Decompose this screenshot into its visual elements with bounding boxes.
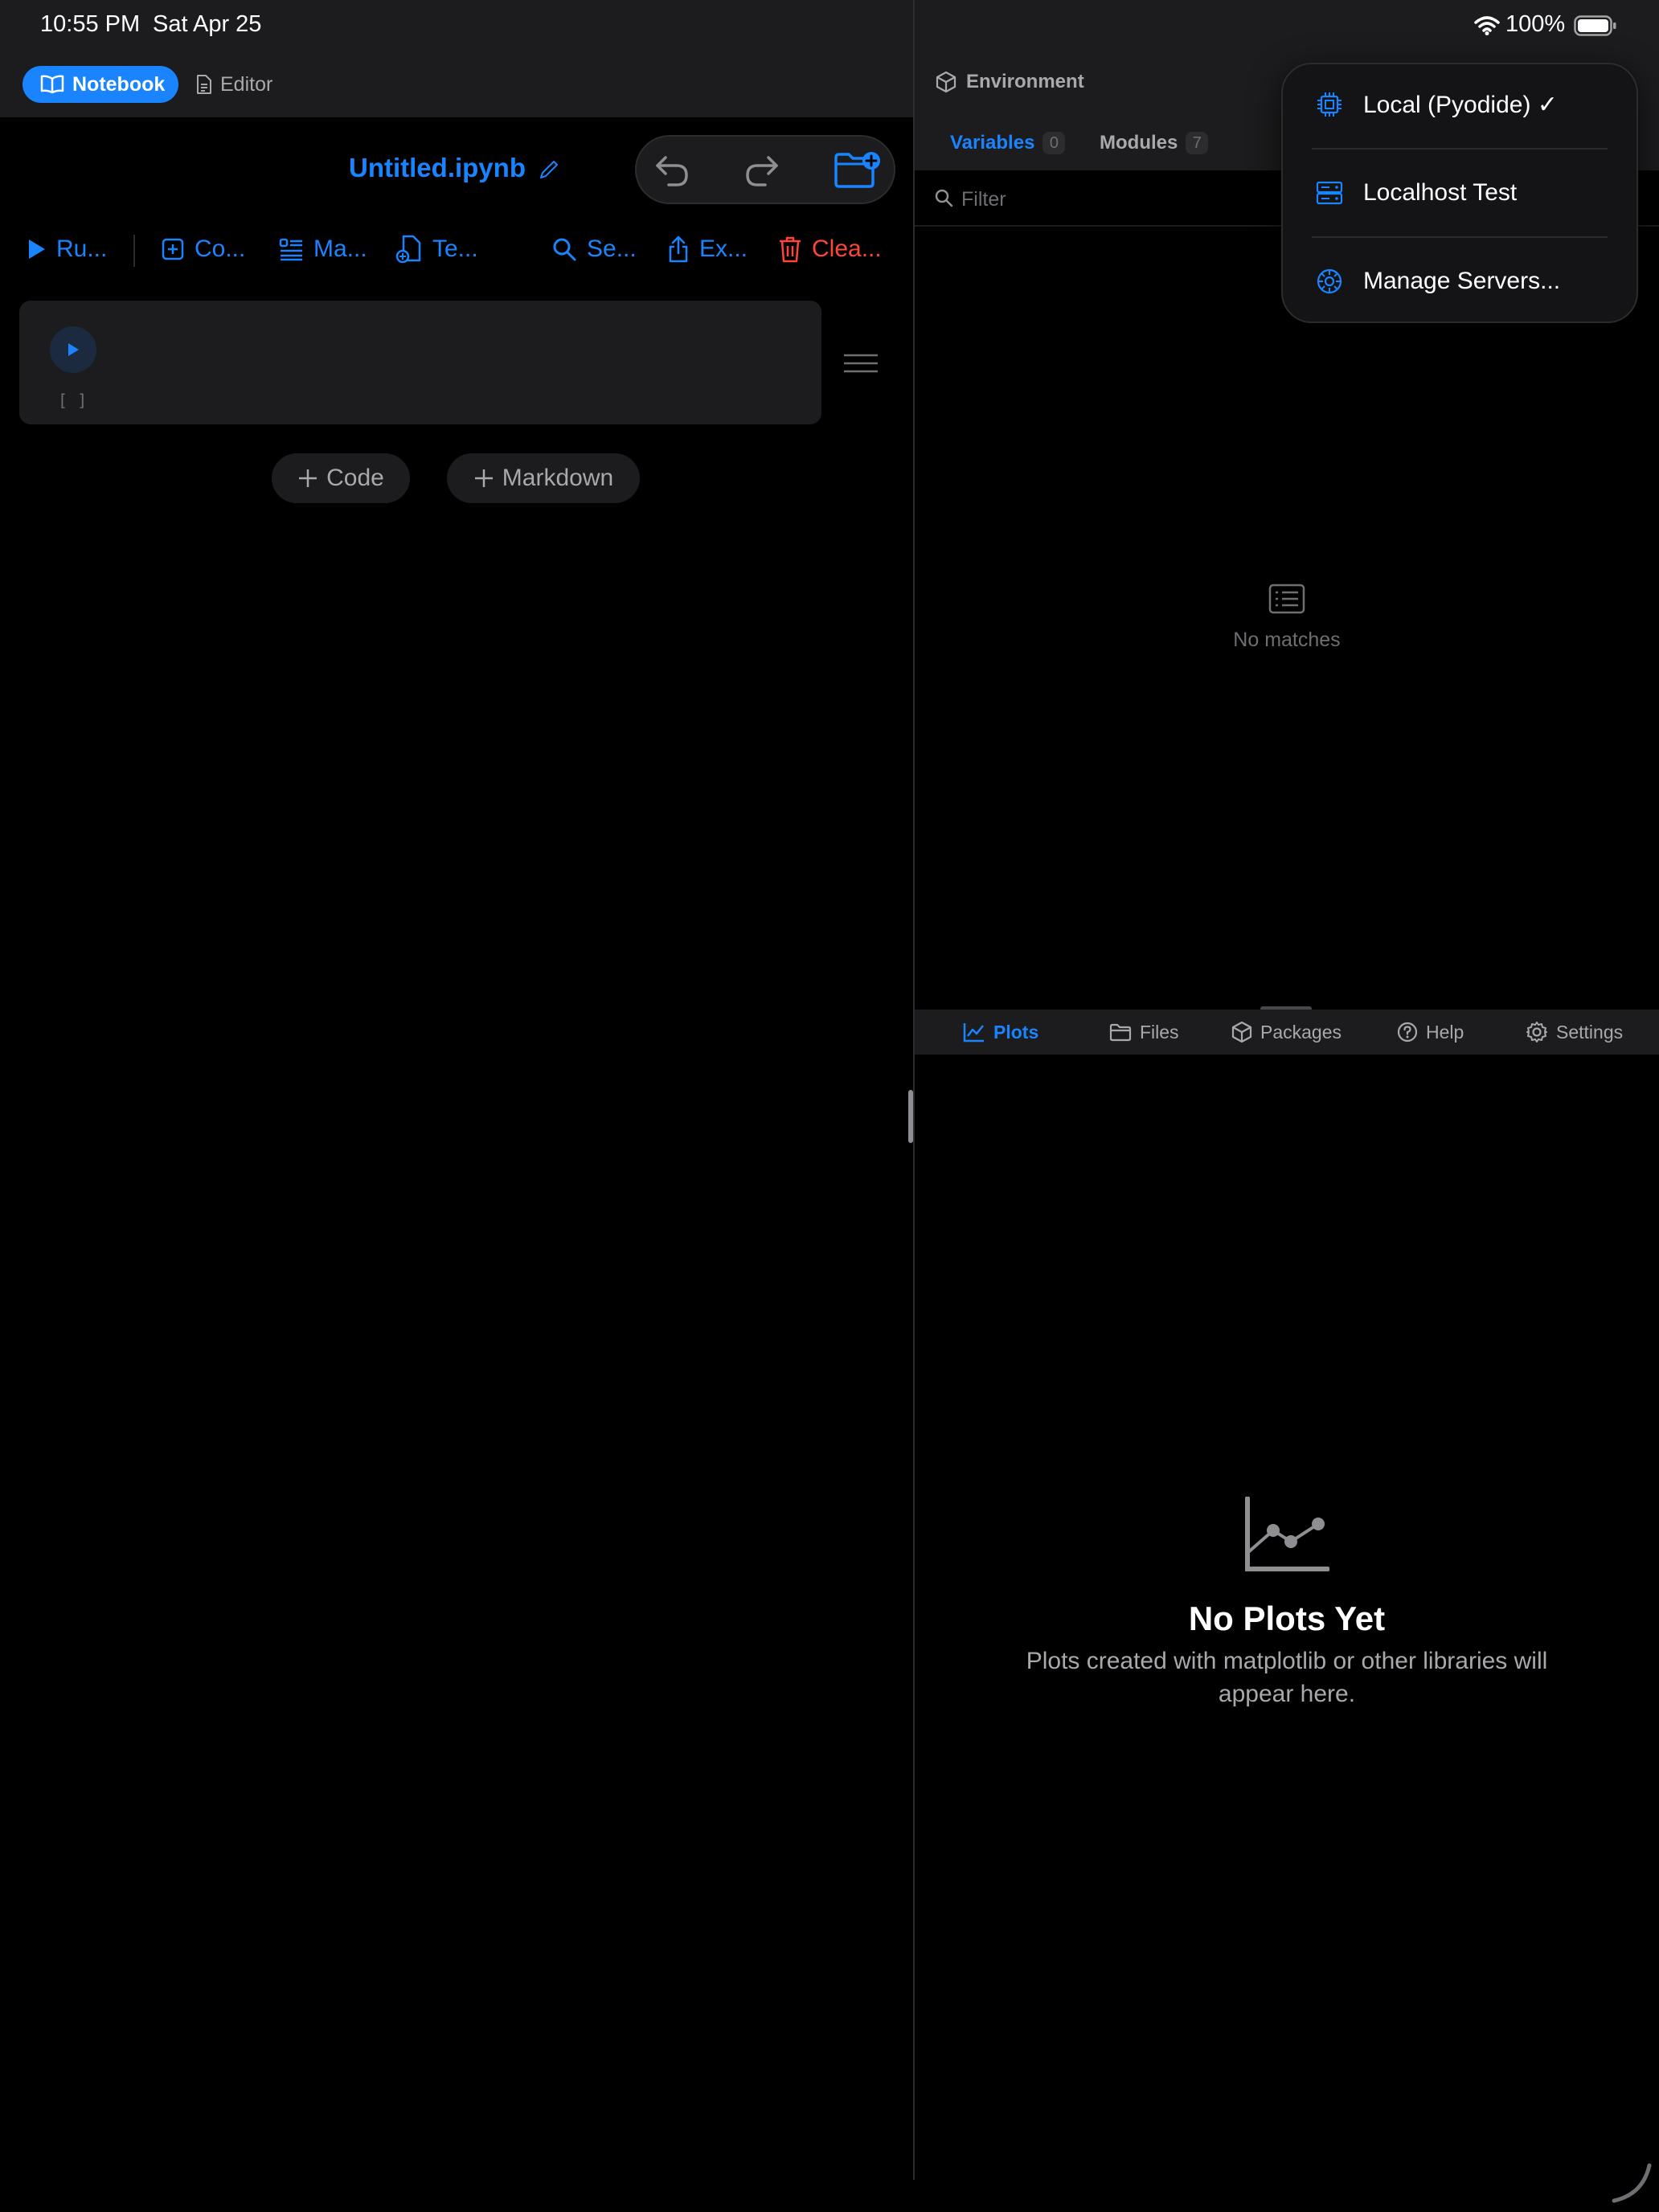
tab-help[interactable]: Help (1397, 1019, 1464, 1045)
gear-icon (1526, 1021, 1548, 1043)
add-markdown-button[interactable]: Markdown (447, 453, 640, 503)
battery-percent: 100% (1505, 11, 1566, 37)
editor-mode-label: Editor (220, 72, 273, 96)
search-label: Se... (587, 236, 637, 262)
add-markdown-cell-button[interactable]: Ma... (278, 233, 367, 265)
environment-title: Environment (966, 71, 1084, 92)
list-icon (1268, 584, 1305, 614)
play-icon (26, 238, 47, 260)
tab-modules[interactable]: Modules 7 (1100, 132, 1209, 154)
line-chart-icon (1244, 1497, 1329, 1572)
plots-empty-subtitle: Plots created with matplotlib or other l… (1026, 1648, 1548, 1707)
tab-settings-label: Settings (1556, 1021, 1624, 1043)
search-icon (551, 236, 577, 262)
add-markdown-label: Markdown (502, 465, 614, 491)
wifi-icon (1474, 16, 1500, 35)
plus-square-icon (161, 237, 185, 261)
code-cell[interactable] (19, 301, 821, 424)
add-markdown-cell-label: Ma... (313, 236, 367, 262)
tab-settings[interactable]: Settings (1526, 1019, 1623, 1045)
notebook-mode-button[interactable]: Notebook (23, 66, 178, 103)
empty-state-text: No matches (1233, 629, 1341, 651)
templates-label: Te... (432, 236, 478, 262)
menu-item-local-label: Local (Pyodide) ✓ (1363, 91, 1558, 118)
tab-packages[interactable]: Packages (1231, 1019, 1342, 1045)
tab-variables[interactable]: Variables 0 (950, 132, 1066, 154)
run-cell-button[interactable] (50, 326, 96, 373)
clear-outputs-button[interactable]: Clea... (778, 233, 882, 265)
toolbar-divider (133, 235, 135, 267)
filter-input[interactable] (961, 183, 1283, 215)
document-icon (196, 74, 212, 95)
undo-icon[interactable] (654, 151, 691, 188)
gear-icon (1315, 267, 1344, 296)
tab-files-label: Files (1140, 1021, 1179, 1043)
templates-button[interactable]: Te... (395, 233, 478, 265)
search-button[interactable]: Se... (551, 233, 637, 265)
book-icon (40, 75, 64, 94)
cube-icon (936, 71, 956, 93)
rename-pencil-icon[interactable] (537, 158, 561, 182)
add-code-label: Code (326, 465, 384, 491)
plots-empty-heading: No Plots Yet (1188, 1600, 1386, 1637)
clear-outputs-label: Clea... (812, 236, 882, 262)
new-folder-icon[interactable] (833, 150, 883, 190)
export-label: Ex... (699, 236, 748, 262)
tab-modules-label: Modules (1100, 132, 1178, 154)
environment-button[interactable]: Environment (936, 71, 1084, 93)
drag-handle-icon[interactable] (842, 352, 879, 375)
add-code-cell-label: Co... (195, 236, 246, 262)
tab-help-label: Help (1426, 1021, 1464, 1043)
menu-item-localhost-label: Localhost Test (1363, 179, 1518, 206)
modules-count-badge: 7 (1186, 132, 1209, 154)
split-divider (913, 0, 915, 2180)
folder-icon (1109, 1022, 1132, 1042)
variables-count-badge: 0 (1043, 132, 1066, 154)
export-button[interactable]: Ex... (667, 233, 748, 265)
resize-corner-icon (1611, 2162, 1653, 2204)
cpu-icon (1315, 90, 1344, 119)
run-all-button[interactable]: Ru... (26, 233, 107, 265)
menu-item-local-pyodide[interactable]: Local (Pyodide) ✓ (1315, 80, 1558, 129)
notebook-title[interactable]: Untitled.ipynb (349, 153, 526, 183)
trash-icon (778, 236, 802, 263)
battery-icon (1574, 14, 1617, 37)
text-list-icon (278, 237, 304, 261)
menu-separator (1312, 148, 1608, 150)
split-resize-handle[interactable] (908, 1090, 913, 1143)
tab-variables-label: Variables (950, 132, 1035, 154)
menu-item-manage-servers[interactable]: Manage Servers... (1315, 257, 1560, 305)
plus-icon (297, 468, 318, 489)
cube-icon (1231, 1021, 1252, 1043)
run-all-label: Ru... (56, 236, 108, 262)
share-icon (667, 236, 690, 263)
status-date: Sat Apr 25 (153, 11, 262, 37)
notebook-mode-label: Notebook (72, 72, 166, 96)
play-icon (66, 342, 80, 358)
tab-files[interactable]: Files (1109, 1019, 1179, 1045)
menu-separator (1312, 236, 1608, 238)
tab-plots[interactable]: Plots (963, 1019, 1038, 1045)
chart-icon (963, 1022, 985, 1043)
status-time: 10:55 PM (40, 11, 141, 37)
question-circle-icon (1397, 1022, 1418, 1043)
search-icon (934, 188, 953, 207)
server-icon (1315, 178, 1344, 207)
menu-item-manage-label: Manage Servers... (1363, 268, 1561, 294)
tab-plots-label: Plots (993, 1021, 1039, 1043)
plus-icon (473, 468, 494, 489)
tab-packages-label: Packages (1260, 1021, 1342, 1043)
add-code-button[interactable]: Code (272, 453, 410, 503)
editor-mode-button[interactable]: Editor (196, 66, 272, 103)
menu-item-localhost-test[interactable]: Localhost Test (1315, 169, 1517, 217)
document-plus-icon (395, 235, 423, 264)
execution-count: [ ] (58, 391, 88, 410)
redo-icon[interactable] (743, 151, 780, 188)
add-code-cell-button[interactable]: Co... (161, 233, 245, 265)
